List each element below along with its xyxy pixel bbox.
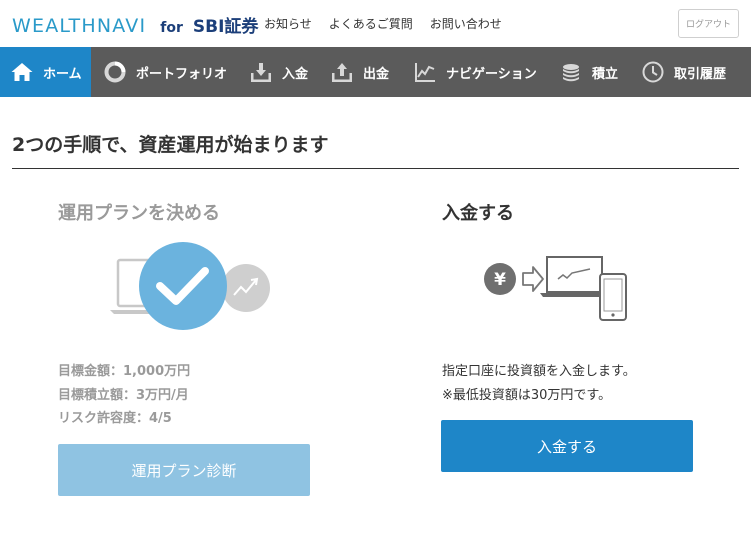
nav-item-history[interactable]: 取引履歴 (629, 47, 751, 97)
page-title: 2つの手順で、資産運用が始まります (12, 134, 329, 156)
nav-label-savings: 積立 (592, 66, 619, 82)
deposit-button[interactable]: 入金する (441, 420, 693, 472)
chart-line-icon (413, 60, 437, 84)
plan-monthly-amount: 目標積立額：3万円/月 (58, 387, 189, 403)
header: WEALTHNAVI for SBI証券 お知らせ よくあるご質問 お問い合わせ… (0, 0, 751, 47)
deposit-icon (249, 60, 273, 84)
deposit-instruction: 指定口座に投資額を入金します。 (442, 364, 636, 379)
header-links: お知らせ よくあるご質問 お問い合わせ (264, 15, 502, 32)
plan-info: 目標金額：1,000万円 目標積立額：3万円/月 リスク許容度：4/5 (58, 360, 190, 431)
step2-title: 入金する (442, 203, 514, 224)
nav-label-deposit: 入金 (282, 66, 309, 82)
header-link-faq[interactable]: よくあるご質問 (329, 15, 413, 32)
logo-for: for (160, 20, 183, 36)
deposit-illustration: ¥ (480, 252, 630, 324)
plan-target-amount: 目標金額：1,000万円 (58, 364, 191, 379)
header-link-contact[interactable]: お問い合わせ (430, 15, 502, 32)
portfolio-ring-icon (103, 60, 127, 84)
logo-wealthnavi: WEALTHNAVI (12, 15, 147, 37)
yen-icon: ¥ (494, 270, 506, 290)
logout-button[interactable]: ログアウト (678, 9, 739, 38)
clock-icon (641, 60, 665, 84)
logo[interactable]: WEALTHNAVI for SBI証券 (12, 12, 259, 37)
deposit-info: 指定口座に投資額を入金します。 ※最低投資額は30万円です。 (442, 360, 636, 407)
home-icon (10, 60, 34, 84)
nav-item-deposit[interactable]: 入金 (237, 47, 318, 97)
withdraw-icon (330, 60, 354, 84)
nav-label-portfolio: ポートフォリオ (136, 66, 228, 82)
nav-label-history: 取引履歴 (674, 66, 727, 82)
nav-label-withdraw: 出金 (363, 66, 390, 82)
nav-item-portfolio[interactable]: ポートフォリオ (91, 47, 237, 97)
logo-sbi: SBI証券 (192, 17, 259, 37)
title-divider (12, 168, 739, 169)
header-link-news[interactable]: お知らせ (264, 15, 312, 32)
deposit-minimum-note: ※最低投資額は30万円です。 (442, 387, 612, 403)
nav-item-savings[interactable]: 積立 (546, 47, 629, 97)
nav-item-withdraw[interactable]: 出金 (318, 47, 400, 97)
plan-illustration (110, 238, 280, 333)
plan-risk-tolerance: リスク許容度：4/5 (58, 411, 172, 426)
plan-diagnosis-button[interactable]: 運用プラン診断 (58, 444, 310, 496)
nav-item-home[interactable]: ホーム (0, 47, 91, 97)
coins-stack-icon (559, 60, 583, 84)
nav-label-home: ホーム (43, 66, 82, 82)
main-nav: ホーム ポートフォリオ 入金 出金 ナビゲーション 積立 取引履歴 (0, 47, 751, 97)
step1-title: 運用プランを決める (58, 203, 220, 224)
nav-label-navigation: ナビゲーション (446, 66, 537, 82)
nav-item-navigation[interactable]: ナビゲーション (400, 47, 546, 97)
